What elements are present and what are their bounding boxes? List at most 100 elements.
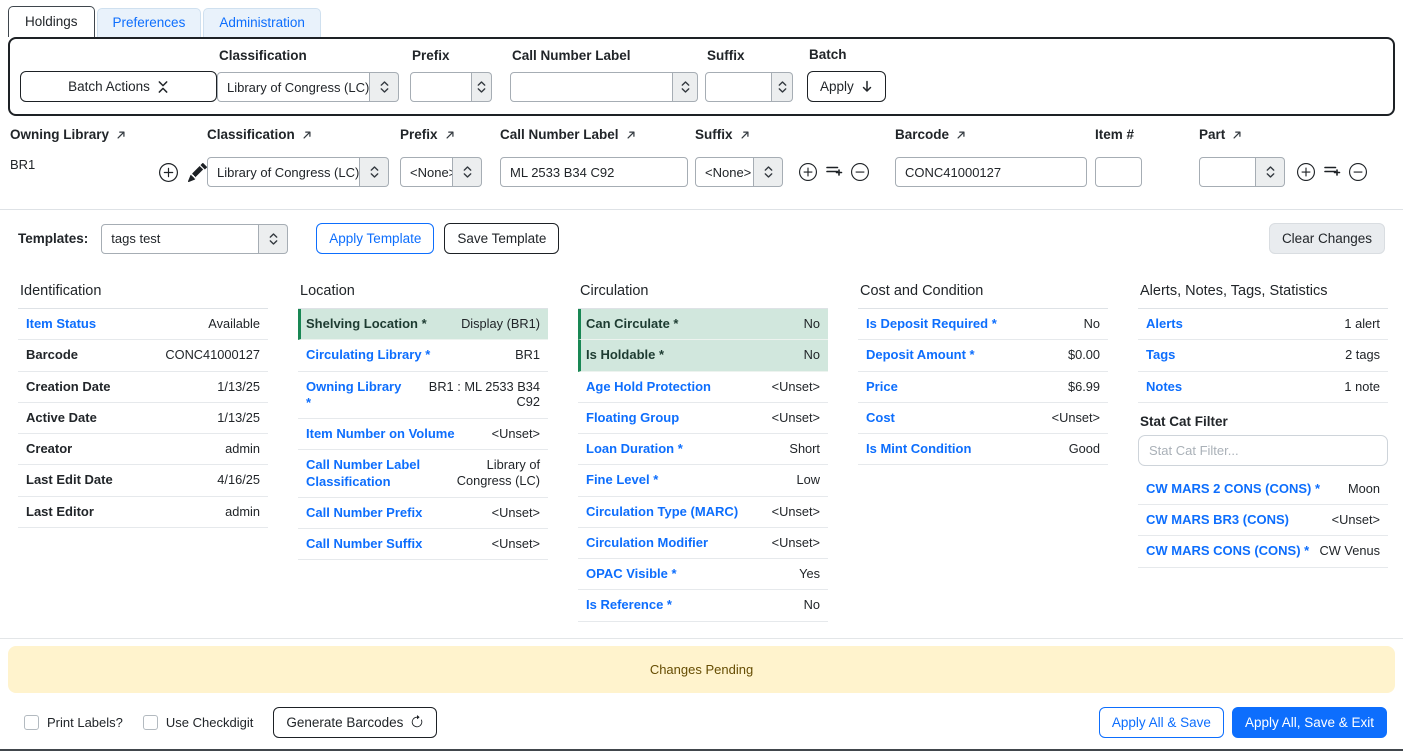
use-checkdigit-checkbox[interactable] xyxy=(143,715,158,730)
batch-actions-button[interactable]: Batch Actions xyxy=(20,71,217,102)
arrow-up-right-icon[interactable] xyxy=(1232,130,1242,140)
add-item-row-button[interactable] xyxy=(1297,163,1315,181)
templates-select[interactable]: tags test xyxy=(101,224,288,254)
changes-pending-banner: Changes Pending xyxy=(8,646,1395,693)
field-label[interactable]: Deposit Amount * xyxy=(866,347,975,363)
batch-classification-select[interactable]: Library of Congress (LC) xyxy=(217,72,399,102)
field-row: Is Deposit Required * No xyxy=(858,309,1108,340)
call-number-label-input[interactable] xyxy=(500,157,688,187)
field-label[interactable]: Loan Duration * xyxy=(586,441,683,457)
field-label[interactable]: Is Deposit Required * xyxy=(866,316,997,332)
batch-suffix-input[interactable] xyxy=(705,72,772,102)
spinner-icon[interactable] xyxy=(370,72,399,102)
field-label[interactable]: Tags xyxy=(1146,347,1175,363)
field-label[interactable]: Call Number Label Classification xyxy=(306,457,440,490)
part-select[interactable] xyxy=(1199,157,1285,187)
field-label[interactable]: CW MARS CONS (CONS) * xyxy=(1146,543,1309,559)
field-label[interactable]: Fine Level * xyxy=(586,472,658,488)
field-label[interactable]: CW MARS BR3 (CONS) xyxy=(1146,512,1289,528)
field-label[interactable]: Item Status xyxy=(26,316,96,332)
spinner-icon[interactable] xyxy=(772,72,793,102)
field-label[interactable]: Call Number Suffix xyxy=(306,536,422,552)
field-label[interactable]: Age Hold Protection xyxy=(586,379,711,395)
arrow-up-right-icon[interactable] xyxy=(445,130,455,140)
arrow-up-right-icon[interactable] xyxy=(626,130,636,140)
field-value: <Unset> xyxy=(1052,410,1100,426)
classification-select[interactable]: Library of Congress (LC) xyxy=(207,157,389,187)
field-label[interactable]: Cost xyxy=(866,410,895,426)
field-value: Good xyxy=(1069,441,1100,457)
apply-batch-button[interactable]: Apply xyxy=(807,71,886,102)
field-label[interactable]: Is Mint Condition xyxy=(866,441,971,457)
field-label[interactable]: OPAC Visible * xyxy=(586,566,677,582)
batch-call-number-label-input[interactable] xyxy=(510,72,673,102)
field-label[interactable]: Is Holdable * xyxy=(586,347,664,363)
save-template-button[interactable]: Save Template xyxy=(444,223,559,254)
prefix-value: <None> xyxy=(400,157,453,187)
arrow-up-right-icon[interactable] xyxy=(956,130,966,140)
cost-panel: Cost and Condition Is Deposit Required *… xyxy=(858,279,1108,622)
batch-prefix-input[interactable] xyxy=(410,72,472,102)
apply-all-save-exit-button[interactable]: Apply All, Save & Exit xyxy=(1232,707,1387,738)
spinner-icon[interactable] xyxy=(754,157,783,187)
tab-administration[interactable]: Administration xyxy=(203,8,321,37)
add-call-number-button[interactable] xyxy=(159,163,178,182)
add-many-call-numbers-button[interactable] xyxy=(825,164,843,180)
spinner-icon[interactable] xyxy=(673,72,698,102)
item-number-input[interactable] xyxy=(1095,157,1142,187)
field-label[interactable]: Call Number Prefix xyxy=(306,505,422,521)
field-label[interactable]: Is Reference * xyxy=(586,597,672,613)
field-row: Is Mint Condition Good xyxy=(858,434,1108,465)
spinner-icon[interactable] xyxy=(453,157,482,187)
field-label[interactable]: Item Number on Volume xyxy=(306,426,455,442)
field-value: BR1 : ML 2533 B34 C92 xyxy=(411,379,540,411)
field-label[interactable]: Shelving Location * xyxy=(306,316,427,332)
stat-cat-filter-input[interactable] xyxy=(1138,435,1388,466)
field-label[interactable]: Floating Group xyxy=(586,410,679,426)
arrow-up-right-icon[interactable] xyxy=(740,130,750,140)
cost-title: Cost and Condition xyxy=(858,279,1108,309)
field-label[interactable]: Price xyxy=(866,379,898,395)
edit-call-number-button[interactable] xyxy=(188,163,207,182)
dash-circle-icon xyxy=(1349,163,1367,181)
suffix-select[interactable]: <None> xyxy=(695,157,783,187)
field-label[interactable]: Circulation Modifier xyxy=(586,535,708,551)
prefix-select[interactable]: <None> xyxy=(400,157,482,187)
field-label[interactable]: Notes xyxy=(1146,379,1182,395)
generate-barcodes-label: Generate Barcodes xyxy=(286,715,403,730)
stat-cat-filter-header: Stat Cat Filter xyxy=(1138,403,1388,431)
field-label[interactable]: Can Circulate * xyxy=(586,316,678,332)
spinner-icon[interactable] xyxy=(472,72,492,102)
field-value: No xyxy=(1084,316,1100,332)
spinner-icon[interactable] xyxy=(360,157,389,187)
arrow-up-right-icon[interactable] xyxy=(302,130,312,140)
header-classification: Classification xyxy=(207,127,295,142)
print-labels-checkbox[interactable] xyxy=(24,715,39,730)
location-title: Location xyxy=(298,279,548,309)
header-barcode: Barcode xyxy=(895,127,949,142)
batch-classification-header: Classification xyxy=(219,48,399,63)
field-label[interactable]: CW MARS 2 CONS (CONS) * xyxy=(1146,481,1320,497)
tab-preferences[interactable]: Preferences xyxy=(97,8,202,37)
remove-item-row-button[interactable] xyxy=(1349,163,1367,181)
clear-changes-button[interactable]: Clear Changes xyxy=(1269,223,1385,254)
generate-barcodes-button[interactable]: Generate Barcodes xyxy=(273,707,437,738)
field-label[interactable]: Alerts xyxy=(1146,316,1183,332)
field-label[interactable]: Owning Library * xyxy=(306,379,403,412)
apply-template-button[interactable]: Apply Template xyxy=(316,223,434,254)
spinner-icon[interactable] xyxy=(1256,157,1285,187)
apply-all-save-button[interactable]: Apply All & Save xyxy=(1099,707,1224,738)
remove-call-number-row-button[interactable] xyxy=(851,163,869,181)
field-row: Alerts 1 alert xyxy=(1138,309,1388,340)
add-many-item-rows-button[interactable] xyxy=(1323,164,1341,180)
tab-holdings[interactable]: Holdings xyxy=(8,6,95,37)
field-value: Yes xyxy=(799,566,820,582)
spinner-icon[interactable] xyxy=(259,224,288,254)
field-row: Circulation Modifier <Unset> xyxy=(578,528,828,559)
top-tabs: Holdings Preferences Administration xyxy=(0,0,1403,37)
field-label[interactable]: Circulating Library * xyxy=(306,347,430,363)
add-call-number-row-button[interactable] xyxy=(799,163,817,181)
field-label[interactable]: Circulation Type (MARC) xyxy=(586,504,738,520)
barcode-input[interactable] xyxy=(895,157,1087,187)
arrow-up-right-icon[interactable] xyxy=(116,130,126,140)
